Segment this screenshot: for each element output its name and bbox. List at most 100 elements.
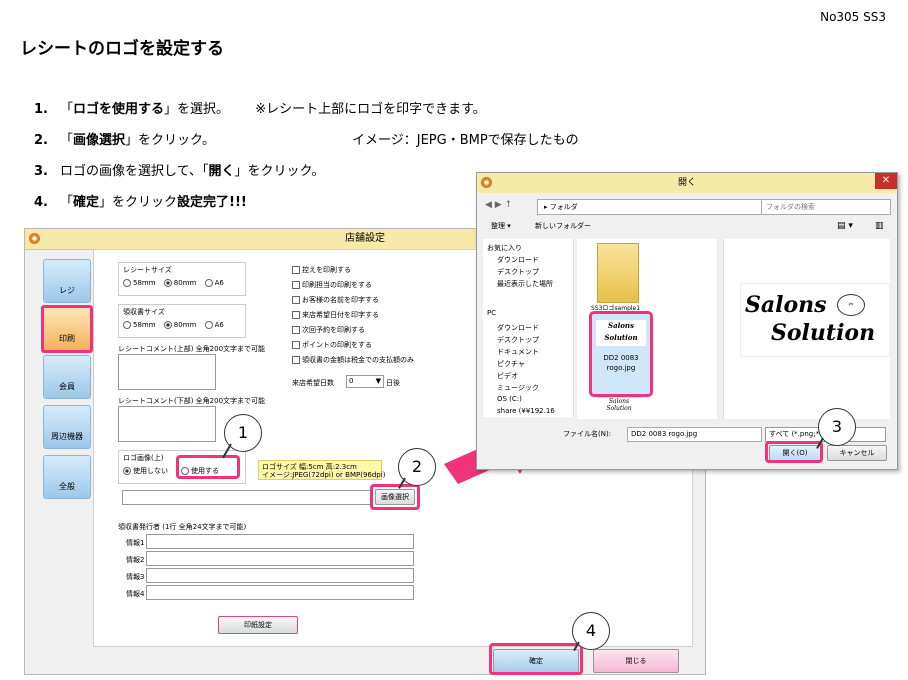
file-caption: DD2 0083: [603, 354, 639, 362]
nav-item[interactable]: デスクトップ: [497, 335, 539, 345]
logo-info-box: ロゴサイズ 幅:5cm 高:2.3cm イメージ:JPEG(72dpi) or …: [258, 460, 386, 480]
window-title: 店舗設定: [345, 233, 385, 244]
tab-peripherals[interactable]: 周辺機器: [43, 405, 91, 449]
logo-no-option[interactable]: 使用しない: [123, 466, 168, 476]
page-number: No305 SS3: [820, 10, 886, 24]
info-4-input[interactable]: [146, 585, 414, 600]
nav-item[interactable]: OS (C:): [497, 395, 522, 403]
nav-item[interactable]: ダウンロード: [497, 323, 539, 333]
checkbox-customer-name[interactable]: お客様の名前を印字する: [292, 295, 379, 305]
logo-image-info: イメージ:JPEG(72dpi) or BMP(96dpi): [262, 471, 386, 479]
radio-icon[interactable]: [204, 321, 213, 329]
checkbox-staff[interactable]: 印刷担当の印刷をする: [292, 280, 372, 290]
back-forward-icon[interactable]: ◀ ▶ ↑: [485, 200, 512, 210]
logo-label: ロゴ画像(上): [123, 454, 164, 462]
step-text: 」をクリック。: [234, 164, 325, 179]
step-number: 2.: [34, 133, 48, 148]
logo-preview: Salons ✂ Solution: [740, 283, 890, 357]
radio-icon[interactable]: [204, 279, 213, 287]
nav-item[interactable]: share (¥¥192.16: [497, 407, 555, 415]
tab-label: 全般: [59, 482, 75, 491]
cancel-button[interactable]: キャンセル: [827, 445, 887, 461]
radio-icon[interactable]: [163, 321, 172, 329]
nav-pc[interactable]: PC: [487, 309, 496, 317]
info-3-input[interactable]: [146, 568, 414, 583]
visit-days-unit: 日後: [386, 379, 400, 387]
comment-bottom-input[interactable]: [118, 406, 216, 442]
print-settings-button[interactable]: 印紙設定: [218, 616, 298, 634]
file-thumbnail-2[interactable]: Salons Solution: [597, 397, 641, 418]
radio-icon[interactable]: [123, 467, 131, 475]
tab-label: 周辺機器: [51, 432, 83, 441]
step-text: 「: [60, 102, 74, 117]
step-3: 3. ロゴの画像を選択して、「開く」をクリック。: [34, 160, 324, 179]
checkbox-icon[interactable]: [292, 296, 300, 304]
radio-label: 使用しない: [133, 467, 168, 475]
organize-menu[interactable]: 整理 ▾: [491, 221, 511, 231]
logo-preview-line1: Salons: [745, 292, 827, 318]
checkbox-icon[interactable]: [292, 311, 300, 319]
receipt-size-options[interactable]: 58mm 80mm A6: [123, 279, 224, 287]
dropdown-arrow-icon[interactable]: ▼: [376, 376, 381, 387]
image-path-input[interactable]: [122, 490, 372, 505]
nav-item[interactable]: デスクトップ: [497, 267, 539, 277]
checkbox-next-reservation[interactable]: 次回予約を印刷する: [292, 325, 365, 335]
slip-size-options[interactable]: 58mm 80mm A6: [123, 321, 224, 329]
close-icon[interactable]: ✕: [875, 173, 897, 189]
file-name-input[interactable]: DD2 0083 rogo.jpg: [627, 427, 762, 442]
search-input[interactable]: フォルダの検索: [761, 199, 891, 215]
radio-label: A6: [214, 321, 224, 329]
nav-favorites[interactable]: お気に入り: [487, 243, 522, 253]
checkbox-icon[interactable]: [292, 356, 300, 364]
callout-3: 3: [818, 408, 856, 446]
nav-item[interactable]: ミュージック: [497, 383, 539, 393]
tab-print[interactable]: 印刷: [41, 305, 93, 353]
tab-register[interactable]: レジ: [43, 259, 91, 303]
checkbox-icon[interactable]: [292, 281, 300, 289]
view-icon[interactable]: ▤ ▾: [837, 221, 853, 231]
pane-icon[interactable]: ▥: [875, 221, 884, 231]
checkbox-points[interactable]: ポイントの印刷をする: [292, 340, 372, 350]
radio-icon[interactable]: [163, 279, 172, 287]
nav-item[interactable]: ダウンロード: [497, 255, 539, 265]
step-complete: 設定完了!!!: [177, 195, 247, 210]
new-folder-button[interactable]: 新しいフォルダー: [535, 221, 591, 231]
checkbox-icon[interactable]: [292, 326, 300, 334]
nav-item[interactable]: 最近表示した場所: [497, 279, 553, 289]
checkbox-icon[interactable]: [292, 341, 300, 349]
salon-mark-icon: ✂: [837, 294, 865, 316]
step-bold: 画像選択: [73, 133, 126, 148]
visit-days-value: 0: [349, 377, 354, 385]
info-label: 情報4: [126, 590, 145, 598]
checkbox-icon[interactable]: [292, 266, 300, 274]
visit-days-select[interactable]: 0 ▼: [346, 375, 384, 388]
highlight-open: [765, 441, 823, 463]
selected-file[interactable]: Salons Solution DD2 0083 rogo.jpg: [589, 311, 653, 397]
nav-item[interactable]: ビデオ: [497, 371, 518, 381]
radio-icon[interactable]: [123, 321, 131, 329]
info-1-input[interactable]: [146, 534, 414, 549]
tab-general[interactable]: 全般: [43, 455, 91, 499]
nav-item[interactable]: ピクチャ: [497, 359, 525, 369]
slip-size-label: 領収書サイズ: [123, 308, 165, 316]
dialog-title: 開く: [677, 178, 696, 188]
radio-label: 80mm: [173, 321, 197, 329]
comment-top-input[interactable]: [118, 354, 216, 390]
app-icon: [481, 177, 492, 188]
folder-icon[interactable]: [597, 243, 639, 303]
close-button[interactable]: 閉じる: [593, 649, 679, 673]
radio-icon[interactable]: [123, 279, 131, 287]
info-label: 情報3: [126, 573, 145, 581]
checkbox-label: 次回予約を印刷する: [302, 326, 365, 334]
highlight-confirm: [489, 643, 583, 675]
receipt-size-group: レシートサイズ 58mm 80mm A6: [118, 262, 246, 296]
checkbox-copy[interactable]: 控えを印刷する: [292, 265, 351, 275]
checkbox-visit-date[interactable]: 来店希望日付を印字する: [292, 310, 379, 320]
address-bar[interactable]: ▸ フォルダ: [537, 199, 763, 215]
tab-label: 会員: [59, 382, 75, 391]
info-2-input[interactable]: [146, 551, 414, 566]
tab-member[interactable]: 会員: [43, 355, 91, 399]
step-bold: 開く: [208, 164, 235, 179]
checkbox-tax-only[interactable]: 領収書の金額は税金での支払額のみ: [292, 355, 414, 365]
nav-item[interactable]: ドキュメント: [497, 347, 539, 357]
